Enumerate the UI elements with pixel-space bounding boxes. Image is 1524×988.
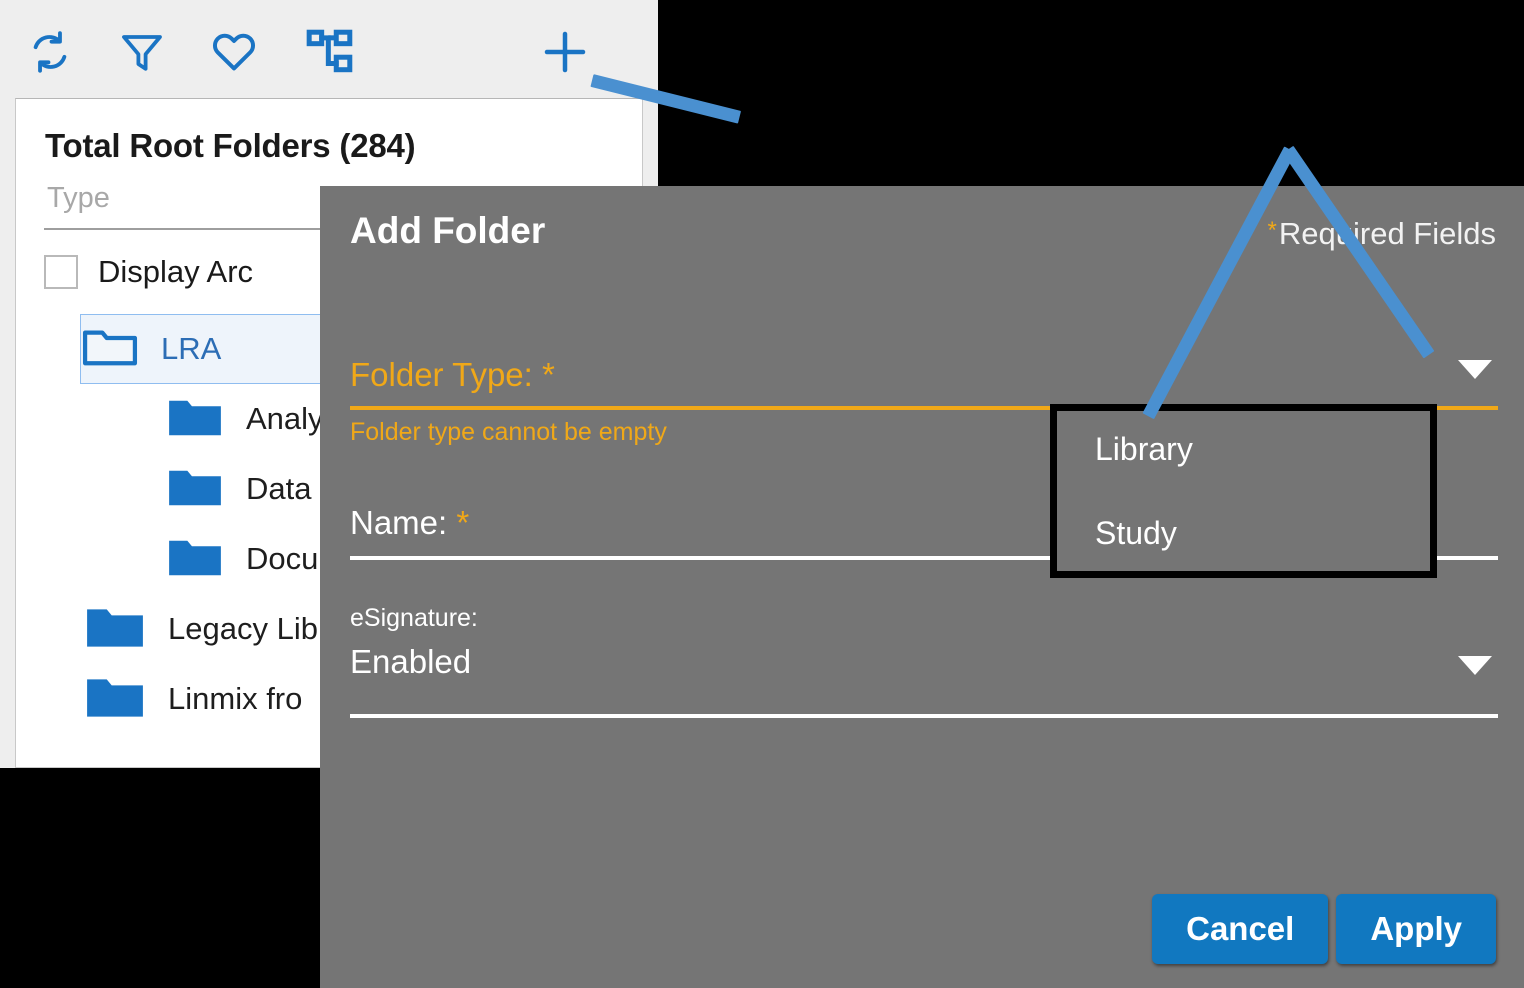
required-asterisk-icon: * xyxy=(542,356,555,393)
required-asterisk-icon: * xyxy=(456,504,470,541)
add-folder-dialog: Add Folder *Required Fields Folder Type:… xyxy=(320,186,1524,988)
tree-item-label: LRA xyxy=(161,331,222,366)
cancel-button[interactable]: Cancel xyxy=(1152,894,1329,964)
apply-button[interactable]: Apply xyxy=(1336,894,1496,964)
tree-item-label: Analy xyxy=(246,401,324,436)
tree-item-label: Legacy Lib xyxy=(168,611,318,646)
name-label-text: Name: xyxy=(350,504,448,541)
favorite-heart-icon[interactable] xyxy=(206,26,262,78)
chevron-down-icon[interactable] xyxy=(1458,360,1492,379)
screenshot-root: Total Root Folders (284) Type Display Ar… xyxy=(0,0,1524,988)
dropdown-option-study[interactable]: Study xyxy=(1095,515,1177,552)
filter-icon[interactable] xyxy=(114,26,170,78)
tree-item-label: Data xyxy=(246,471,312,506)
explorer-toolbar xyxy=(0,0,658,98)
folder-type-dropdown-menu[interactable]: Library Study xyxy=(1050,404,1437,578)
chevron-down-icon[interactable] xyxy=(1458,656,1492,675)
esignature-field[interactable]: eSignature: Enabled xyxy=(350,604,1498,718)
tree-item-label: Docu xyxy=(246,541,319,576)
folder-icon xyxy=(166,464,224,515)
required-fields-note: *Required Fields xyxy=(1268,216,1496,252)
required-asterisk-icon: * xyxy=(1267,217,1277,244)
folder-icon xyxy=(84,672,146,727)
folder-type-error-message: Folder type cannot be empty xyxy=(350,418,667,446)
esignature-label: eSignature: xyxy=(350,604,478,632)
dropdown-option-library[interactable]: Library xyxy=(1095,431,1193,468)
folder-icon xyxy=(166,534,224,585)
dialog-button-row: Cancel Apply xyxy=(1152,894,1496,964)
folder-icon xyxy=(84,602,146,657)
folder-icon xyxy=(166,394,224,445)
folder-open-outline-icon xyxy=(81,324,139,375)
hierarchy-icon[interactable] xyxy=(302,26,358,78)
folder-type-field[interactable]: Folder Type: * Folder type cannot be emp… xyxy=(350,356,1498,446)
required-fields-label: Required Fields xyxy=(1278,216,1496,251)
folder-type-label-text: Folder Type: xyxy=(350,356,533,393)
page-title: Total Root Folders (284) xyxy=(45,127,416,164)
display-archived-label: Display Arc xyxy=(98,254,254,289)
display-archived-checkbox[interactable] xyxy=(44,255,78,289)
esignature-value: Enabled xyxy=(350,643,472,680)
add-plus-icon[interactable] xyxy=(534,22,596,82)
dialog-title: Add Folder xyxy=(350,210,546,251)
folder-type-label: Folder Type: * xyxy=(350,356,1498,394)
display-archived-row[interactable]: Display Arc xyxy=(44,247,253,297)
tree-item-label: Linmix fro xyxy=(168,681,303,716)
refresh-icon[interactable] xyxy=(22,26,78,78)
type-filter-placeholder: Type xyxy=(47,182,110,214)
esignature-underline xyxy=(350,714,1498,718)
